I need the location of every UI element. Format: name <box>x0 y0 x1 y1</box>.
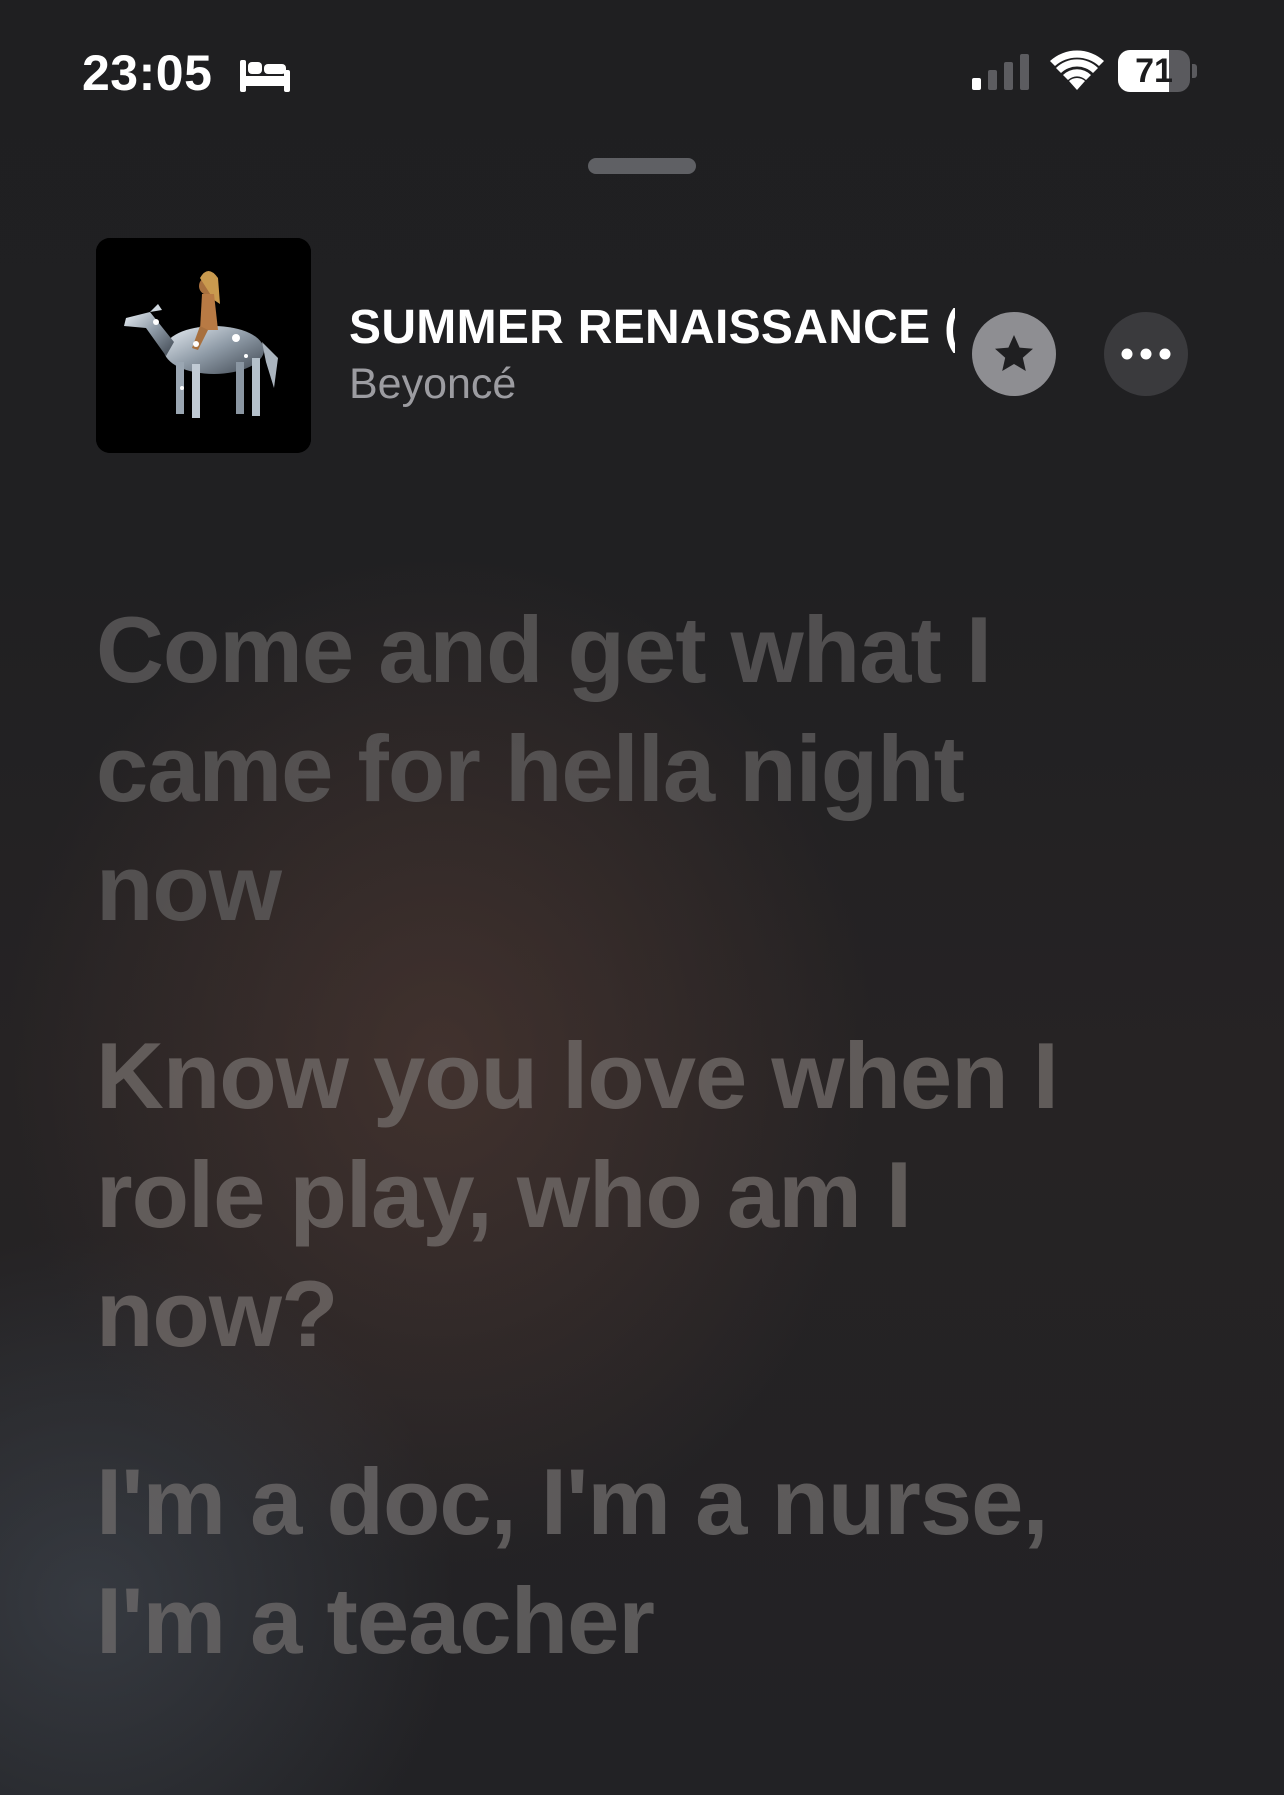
ellipsis-icon <box>1121 348 1171 360</box>
favorite-button[interactable] <box>972 312 1056 396</box>
battery-nub <box>1192 64 1197 78</box>
bed-icon <box>240 60 290 92</box>
battery-percent: 71 <box>1135 52 1173 90</box>
song-artist[interactable]: Beyoncé <box>349 360 516 409</box>
album-artwork-image <box>96 238 311 453</box>
star-icon <box>995 335 1033 371</box>
lyric-line[interactable]: I'm a doc, I'm a nurse, I'm a teacher <box>96 1442 1096 1680</box>
battery-indicator: 71 <box>1118 50 1197 94</box>
more-options-button[interactable] <box>1104 312 1188 396</box>
album-artwork[interactable] <box>96 238 311 453</box>
lyric-line[interactable]: Come and get what I came for hella night… <box>96 590 1096 947</box>
battery-icon: 71 <box>1118 50 1190 92</box>
lyrics-view[interactable]: Come and get what I came for hella night… <box>96 590 1216 1749</box>
status-time: 23:05 <box>82 45 213 101</box>
cellular-signal-icon <box>972 54 1029 90</box>
song-title[interactable]: SUMMER RENAISSANCE ( <box>349 300 955 355</box>
lyric-line[interactable]: Know you love when I role play, who am I… <box>96 1016 1096 1373</box>
wifi-icon <box>1050 50 1104 90</box>
sheet-grabber[interactable] <box>588 158 696 174</box>
